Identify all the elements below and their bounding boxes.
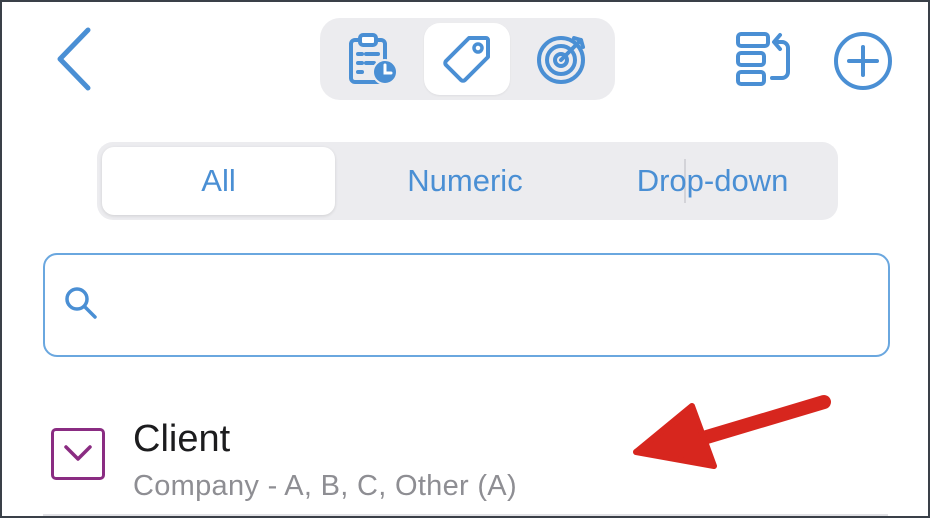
back-button[interactable] xyxy=(54,26,94,92)
dropdown-type-icon xyxy=(51,428,105,480)
clipboard-clock-icon xyxy=(349,33,398,85)
reorder-icon xyxy=(736,32,790,86)
chevron-down-icon xyxy=(64,445,92,461)
reorder-button[interactable] xyxy=(734,28,796,90)
segment-dropdown[interactable]: Drop-down xyxy=(592,147,833,215)
plus-circle-icon xyxy=(834,32,892,90)
list-item-subtitle: Company - A, B, C, Other (A) xyxy=(133,470,517,502)
row-divider xyxy=(43,514,888,516)
tag-icon xyxy=(443,36,490,83)
segment-numeric[interactable]: Numeric xyxy=(343,147,587,215)
segment-all[interactable]: All xyxy=(102,147,335,215)
tab-goals[interactable] xyxy=(518,23,604,95)
list-item-title: Client xyxy=(133,418,231,460)
search-input[interactable] xyxy=(115,265,869,345)
target-icon xyxy=(537,36,585,84)
tab-entries[interactable] xyxy=(330,23,416,95)
search-icon xyxy=(65,287,97,319)
view-switcher xyxy=(320,18,615,100)
list-item-client[interactable]: Client Company - A, B, C, Other (A) xyxy=(2,400,928,516)
add-button[interactable] xyxy=(832,30,894,92)
app-window: All Numeric Drop-down Client Company - A… xyxy=(0,0,930,518)
chevron-left-icon xyxy=(57,27,91,91)
tab-tags[interactable] xyxy=(424,23,510,95)
search-box xyxy=(43,253,890,357)
type-filter: All Numeric Drop-down xyxy=(97,142,838,220)
